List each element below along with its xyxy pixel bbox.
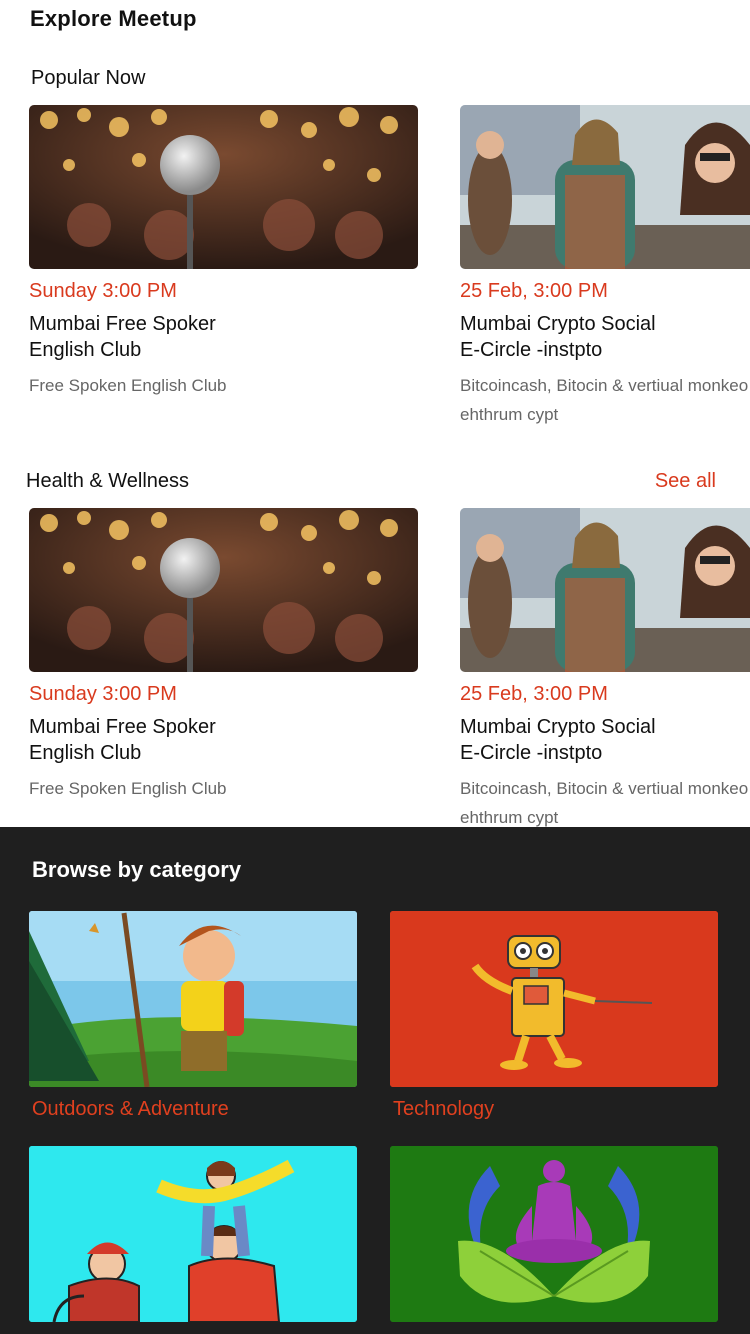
event-date: 25 Feb, 3:00 PM <box>460 280 608 302</box>
robot-illustration[interactable] <box>390 911 718 1087</box>
event-card[interactable]: 25 Feb, 3:00 PM Mumbai Crypto Social E-C… <box>460 508 750 827</box>
event-date: Sunday 3:00 PM <box>29 683 177 705</box>
event-name[interactable]: Mumbai Free Spoker English Club <box>29 311 329 363</box>
event-date: 25 Feb, 3:00 PM <box>460 683 608 705</box>
event-description: Bitcoincash, Bitocin & vertiual monkeo e… <box>460 376 749 424</box>
event-image-microphone[interactable] <box>29 508 418 672</box>
event-card[interactable]: Sunday 3:00 PM Mumbai Free Spoker Englis… <box>29 508 418 798</box>
event-description: Free Spoken English Club <box>29 779 227 798</box>
event-date: Sunday 3:00 PM <box>29 280 177 302</box>
see-all-link[interactable]: See all <box>655 470 716 493</box>
event-card[interactable]: 25 Feb, 3:00 PM Mumbai Crypto Social E-C… <box>460 105 750 424</box>
event-name[interactable]: Mumbai Crypto Social E-Circle -instpto <box>460 714 750 766</box>
health-row: Sunday 3:00 PM Mumbai Free Spoker Englis… <box>0 508 750 827</box>
event-name[interactable]: Mumbai Crypto Social E-Circle -instpto <box>460 311 750 363</box>
event-image-microphone[interactable] <box>29 105 418 269</box>
browse-section: Browse by category Outdoors & Adventure <box>0 827 750 1334</box>
event-name[interactable]: Mumbai Free Spoker English Club <box>29 714 329 766</box>
event-card[interactable]: Sunday 3:00 PM Mumbai Free Spoker Englis… <box>29 105 418 395</box>
event-image-crowd[interactable] <box>460 508 750 672</box>
event-description: Bitcoincash, Bitocin & vertiual monkeo e… <box>460 779 749 827</box>
category-wellness[interactable] <box>390 1146 718 1322</box>
section-title-popular: Popular Now <box>31 67 146 89</box>
browse-title: Browse by category <box>32 857 242 882</box>
category-family[interactable] <box>29 1146 357 1322</box>
family-illustration[interactable] <box>29 1146 357 1322</box>
category-label[interactable]: Outdoors & Adventure <box>32 1098 229 1121</box>
event-image-crowd[interactable] <box>460 105 750 269</box>
category-outdoors[interactable]: Outdoors & Adventure <box>29 911 357 1120</box>
section-title-health: Health & Wellness <box>26 470 190 492</box>
category-label[interactable]: Technology <box>393 1098 494 1121</box>
app-title: Explore Meetup <box>30 6 197 31</box>
category-technology[interactable]: Technology <box>390 911 718 1120</box>
popular-row: Sunday 3:00 PM Mumbai Free Spoker Englis… <box>0 105 750 435</box>
hiker-illustration[interactable] <box>29 911 357 1087</box>
meditation-illustration[interactable] <box>390 1146 718 1322</box>
event-description: Free Spoken English Club <box>29 376 227 395</box>
